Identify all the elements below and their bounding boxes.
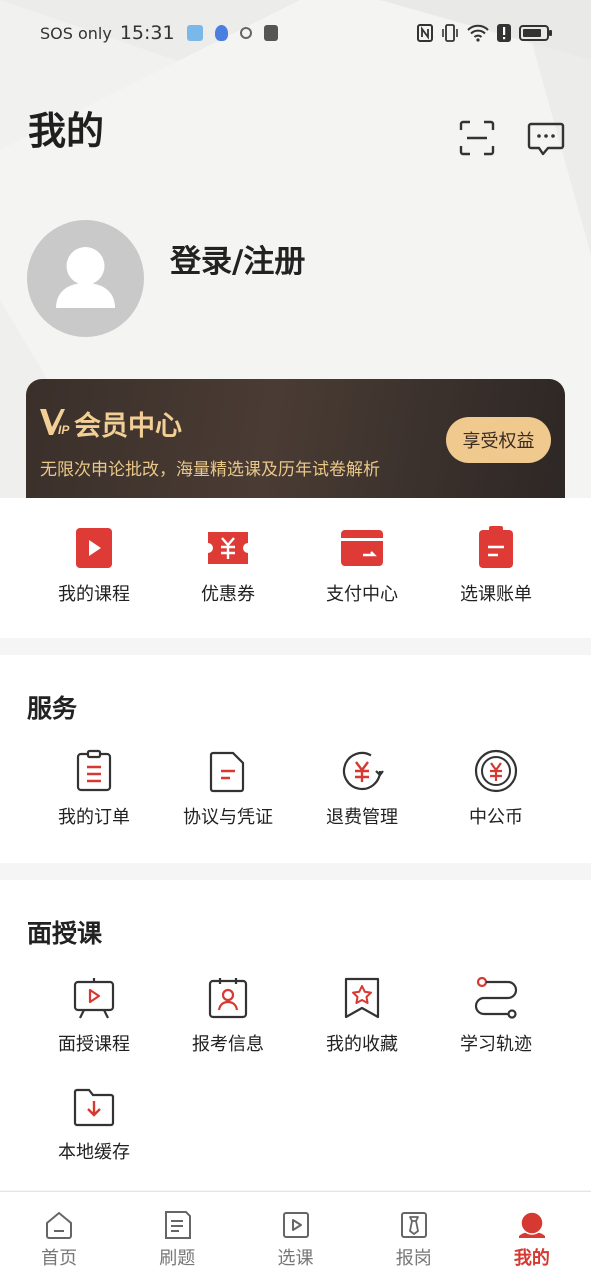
services-section: 服务 我的订单 协议与凭证 退费管理 中公币 bbox=[0, 655, 591, 863]
zhonggong-coin-item[interactable]: 中公币 bbox=[429, 749, 563, 829]
clipboard-icon bbox=[76, 749, 112, 792]
route-icon bbox=[474, 976, 518, 1019]
exercise-icon bbox=[165, 1211, 192, 1239]
avatar[interactable] bbox=[27, 220, 144, 337]
tab-exercise[interactable]: 刷题 bbox=[118, 1192, 236, 1280]
profile-icon bbox=[518, 1211, 545, 1238]
svg-text:IP: IP bbox=[58, 423, 70, 437]
login-register-link[interactable]: 登录/注册 bbox=[170, 236, 305, 281]
tab-courses[interactable]: 选课 bbox=[236, 1192, 354, 1280]
coupon-item[interactable]: 优惠券 bbox=[161, 526, 295, 606]
wallet-icon bbox=[341, 530, 383, 566]
profile-card-icon bbox=[208, 978, 248, 1019]
face-course-label: 我的收藏 bbox=[326, 1034, 398, 1055]
section-title: 面授课 bbox=[27, 919, 103, 948]
refund-management-item[interactable]: 退费管理 bbox=[295, 749, 429, 829]
scan-icon bbox=[459, 120, 495, 156]
local-cache-item[interactable]: 本地缓存 bbox=[27, 1084, 161, 1164]
bookmark-star-icon bbox=[344, 977, 380, 1019]
coin-icon bbox=[474, 749, 518, 793]
vip-logo-icon: IP bbox=[40, 409, 70, 437]
face-course-label: 本地缓存 bbox=[58, 1142, 130, 1163]
battery-icon bbox=[519, 25, 552, 41]
document-icon bbox=[209, 751, 245, 793]
tab-label: 首页 bbox=[41, 1248, 78, 1269]
vip-description: 无限次申论批改，海量精选课及历年试卷解析 bbox=[40, 460, 380, 480]
bill-icon bbox=[479, 526, 513, 568]
refund-icon bbox=[342, 751, 384, 791]
nfc-icon bbox=[417, 24, 433, 42]
scan-button[interactable] bbox=[457, 118, 497, 158]
service-label: 协议与凭证 bbox=[183, 807, 273, 828]
course-bill-item[interactable]: 选课账单 bbox=[429, 526, 563, 606]
agreements-item[interactable]: 协议与凭证 bbox=[161, 749, 295, 829]
tab-jobs[interactable]: 报岗 bbox=[355, 1192, 473, 1280]
vip-title: 会员中心 bbox=[74, 411, 182, 442]
my-courses-item[interactable]: 我的课程 bbox=[27, 526, 161, 606]
coupon-icon bbox=[208, 532, 248, 564]
app-notification-icon bbox=[186, 25, 203, 41]
my-favorites-item[interactable]: 我的收藏 bbox=[295, 976, 429, 1056]
status-bar: SOS only 15:31 bbox=[0, 0, 591, 66]
tab-mine[interactable]: 我的 bbox=[473, 1192, 591, 1280]
shield-icon bbox=[214, 25, 228, 41]
video-board-icon bbox=[73, 978, 115, 1019]
tab-label: 我的 bbox=[513, 1248, 550, 1269]
home-icon bbox=[46, 1211, 73, 1239]
quick-action-label: 优惠券 bbox=[201, 584, 255, 605]
quick-action-label: 支付中心 bbox=[326, 584, 398, 605]
tie-icon bbox=[400, 1212, 427, 1238]
quick-actions: 我的课程 优惠券 支付中心 选课账单 bbox=[0, 498, 591, 638]
face-course-label: 报考信息 bbox=[192, 1034, 264, 1055]
clock: 15:31 bbox=[119, 22, 175, 44]
download-folder-icon bbox=[73, 1088, 115, 1127]
carrier-text: SOS only bbox=[40, 23, 112, 43]
tab-home[interactable]: 首页 bbox=[0, 1192, 118, 1280]
face-course-label: 学习轨迹 bbox=[460, 1034, 532, 1055]
enjoy-benefits-button[interactable]: 享受权益 bbox=[446, 417, 551, 463]
face-course-label: 面授课程 bbox=[58, 1034, 130, 1055]
tab-label: 选课 bbox=[277, 1248, 314, 1269]
quick-action-label: 我的课程 bbox=[58, 584, 130, 605]
default-avatar-icon bbox=[56, 247, 115, 308]
face-course-item[interactable]: 面授课程 bbox=[27, 976, 161, 1056]
play-icon bbox=[76, 528, 112, 568]
play-icon bbox=[282, 1212, 309, 1238]
exam-info-item[interactable]: 报考信息 bbox=[161, 976, 295, 1056]
page-title: 我的 bbox=[28, 109, 105, 153]
my-orders-item[interactable]: 我的订单 bbox=[27, 749, 161, 829]
face-course-section: 面授课 面授课程 报考信息 我的收藏 学习轨迹 本地缓存 bbox=[0, 880, 591, 1190]
message-icon bbox=[527, 122, 565, 156]
learning-track-item[interactable]: 学习轨迹 bbox=[429, 976, 563, 1056]
vibrate-icon bbox=[442, 24, 458, 42]
alarm-icon bbox=[239, 27, 252, 39]
tab-label: 报岗 bbox=[395, 1248, 432, 1269]
message-button[interactable] bbox=[526, 118, 566, 158]
service-label: 中公币 bbox=[469, 807, 523, 828]
service-label: 退费管理 bbox=[326, 807, 398, 828]
payment-center-item[interactable]: 支付中心 bbox=[295, 526, 429, 606]
bottom-navigation: 首页 刷题 选课 报岗 我的 bbox=[0, 1191, 591, 1280]
upload-icon bbox=[263, 25, 278, 41]
wifi-icon bbox=[467, 24, 489, 42]
alert-icon bbox=[497, 24, 511, 42]
tab-label: 刷题 bbox=[159, 1248, 196, 1269]
service-label: 我的订单 bbox=[58, 807, 130, 828]
vip-center-card[interactable]: IP 会员中心 无限次申论批改，海量精选课及历年试卷解析 享受权益 bbox=[26, 379, 565, 499]
quick-action-label: 选课账单 bbox=[460, 584, 532, 605]
section-title: 服务 bbox=[27, 694, 78, 723]
